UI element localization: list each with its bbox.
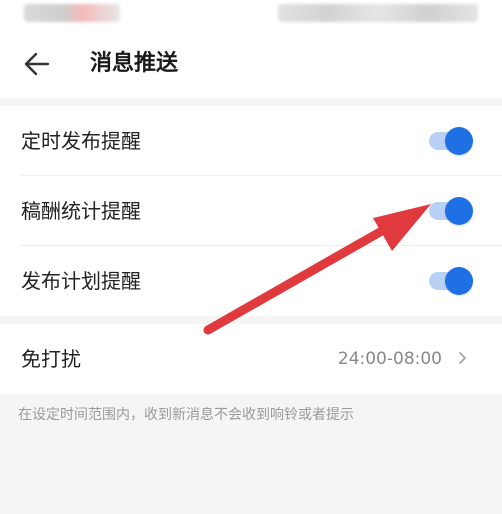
back-arrow-icon[interactable]	[18, 46, 54, 82]
publish-plan-reminder-toggle[interactable]	[427, 267, 475, 295]
do-not-disturb-time-range: 24:00-08:00	[337, 349, 442, 369]
toggle-knob	[445, 127, 473, 155]
setting-row-publish-plan-reminder[interactable]: 发布计划提醒	[0, 246, 502, 316]
setting-label: 定时发布提醒	[21, 129, 141, 153]
scheduled-publish-reminder-toggle[interactable]	[427, 127, 475, 155]
toggle-knob	[445, 267, 473, 295]
do-not-disturb-card: 免打扰 24:00-08:00	[0, 324, 502, 394]
page-title: 消息推送	[90, 51, 179, 76]
setting-label: 免打扰	[21, 347, 81, 371]
do-not-disturb-hint: 在设定时间范围内，收到新消息不会收到响铃或者提示	[18, 407, 354, 423]
toggle-knob	[445, 197, 473, 225]
notification-settings-card: 定时发布提醒 稿酬统计提醒 发布计划提醒	[0, 106, 502, 316]
setting-row-scheduled-publish-reminder[interactable]: 定时发布提醒	[0, 106, 502, 176]
status-bar-blurred-left	[24, 4, 120, 22]
setting-row-do-not-disturb[interactable]: 免打扰 24:00-08:00	[0, 324, 502, 394]
chevron-right-icon	[459, 352, 466, 364]
royalty-stats-reminder-toggle[interactable]	[427, 197, 475, 225]
header-bar: 消息推送	[0, 30, 502, 98]
setting-label: 发布计划提醒	[21, 269, 141, 293]
setting-label: 稿酬统计提醒	[21, 199, 141, 223]
setting-row-royalty-stats-reminder[interactable]: 稿酬统计提醒	[0, 176, 502, 246]
status-bar-blurred-right	[278, 4, 478, 22]
status-bar	[0, 0, 502, 30]
